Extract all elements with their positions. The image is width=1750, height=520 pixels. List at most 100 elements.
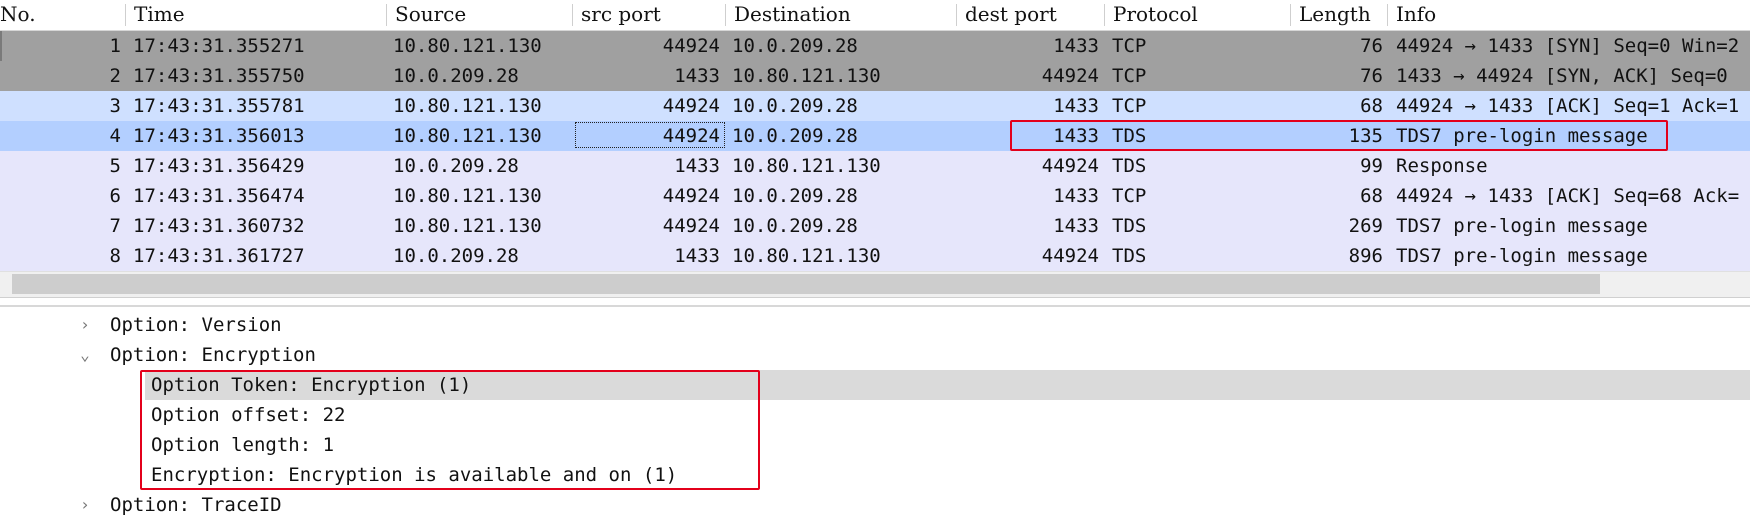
annotation-box-encryption (140, 370, 760, 490)
cell-time: 17:43:31.355271 (133, 35, 305, 57)
packet-row[interactable]: 5 17:43:31.356429 10.0.209.28 1433 10.80… (0, 151, 1750, 181)
cell-protocol: TCP (1112, 185, 1147, 207)
cell-dest-port: 1433 (1053, 95, 1099, 117)
col-header-destination[interactable]: Destination (726, 0, 956, 30)
cell-src-port: 44924 (662, 215, 720, 237)
cell-time: 17:43:31.356429 (133, 155, 305, 177)
packet-row[interactable]: 2 17:43:31.355750 10.0.209.28 1433 10.80… (0, 61, 1750, 91)
cell-length: 99 (1360, 155, 1383, 177)
cell-source: 10.0.209.28 (393, 245, 519, 267)
cell-source: 10.80.121.130 (393, 125, 542, 147)
packet-row[interactable]: 8 17:43:31.361727 10.0.209.28 1433 10.80… (0, 241, 1750, 271)
cell-src-port: 1433 (674, 245, 720, 267)
packet-row[interactable]: 3 17:43:31.355781 10.80.121.130 44924 10… (0, 91, 1750, 121)
cell-time: 17:43:31.355781 (133, 95, 305, 117)
cell-protocol: TCP (1112, 95, 1147, 117)
cell-time: 17:43:31.356013 (133, 125, 305, 147)
cell-src-port: 1433 (674, 65, 720, 87)
cell-info: TDS7 pre-login message (1396, 245, 1648, 267)
cell-dest-port: 1433 (1053, 215, 1099, 237)
cell-no: 5 (109, 155, 121, 177)
tree-item-label: Option: Version (110, 314, 282, 336)
col-header-source[interactable]: Source (387, 0, 572, 30)
cell-time: 17:43:31.361727 (133, 245, 305, 267)
cell-destination: 10.0.209.28 (732, 215, 858, 237)
cell-destination: 10.80.121.130 (732, 65, 881, 87)
packet-row[interactable]: 1 17:43:31.355271 10.80.121.130 44924 10… (0, 31, 1750, 61)
cell-time: 17:43:31.356474 (133, 185, 305, 207)
packet-row-selected[interactable]: 4 17:43:31.356013 10.80.121.130 44924 10… (0, 120, 1750, 151)
cell-time: 17:43:31.360732 (133, 215, 305, 237)
cell-source: 10.0.209.28 (393, 65, 519, 87)
chevron-right-icon[interactable]: › (78, 310, 92, 340)
cell-src-port: 1433 (674, 155, 720, 177)
cell-destination: 10.0.209.28 (732, 125, 858, 147)
cell-destination: 10.0.209.28 (732, 35, 858, 57)
cell-info: 44924 → 1433 [ACK] Seq=1 Ack=1 (1396, 95, 1740, 117)
col-header-src-port[interactable]: src port (573, 0, 725, 30)
col-header-dest-port[interactable]: dest port (957, 0, 1104, 30)
cell-no: 7 (109, 215, 121, 237)
col-header-info[interactable]: Info (1388, 0, 1750, 30)
cell-no: 8 (109, 245, 121, 267)
cell-src-port: 44924 (662, 95, 720, 117)
tree-item-option-version[interactable]: › Option: Version (0, 310, 1750, 340)
horizontal-scrollbar[interactable] (0, 271, 1750, 298)
cell-destination: 10.0.209.28 (732, 185, 858, 207)
cell-no: 4 (109, 125, 121, 147)
cell-dest-port: 44924 (1041, 155, 1099, 177)
chevron-down-icon[interactable]: ⌄ (78, 340, 92, 370)
cell-info: 44924 → 1433 [SYN] Seq=0 Win=2 (1396, 35, 1740, 57)
cell-dest-port: 44924 (1041, 65, 1099, 87)
packet-list-header: No. Time Source src port Destination des… (0, 0, 1750, 31)
cell-destination: 10.80.121.130 (732, 245, 881, 267)
pane-splitter[interactable] (0, 305, 1750, 307)
cell-no: 6 (109, 185, 121, 207)
cell-dest-port: 1433 (1053, 185, 1099, 207)
packet-details-tree: › Option: Version ⌄ Option: Encryption O… (0, 310, 1750, 516)
cell-destination: 10.0.209.28 (732, 95, 858, 117)
cell-length: 76 (1360, 65, 1383, 87)
cell-dest-port: 44924 (1041, 245, 1099, 267)
cell-src-port: 44924 (662, 35, 720, 57)
cell-length: 896 (1348, 245, 1383, 267)
cell-source: 10.0.209.28 (393, 155, 519, 177)
cell-length: 269 (1348, 215, 1383, 237)
cell-src-port: 44924 (662, 185, 720, 207)
chevron-right-icon[interactable]: › (78, 490, 92, 520)
tree-item-option-encryption[interactable]: ⌄ Option: Encryption (0, 340, 1750, 370)
cell-source: 10.80.121.130 (393, 35, 542, 57)
cell-protocol: TDS (1112, 155, 1147, 177)
cell-info: 44924 → 1433 [ACK] Seq=68 Ack= (1396, 185, 1740, 207)
cell-length: 76 (1360, 35, 1383, 57)
cell-protocol: TDS (1112, 215, 1147, 237)
col-header-length[interactable]: Length (1291, 0, 1387, 30)
cell-length: 68 (1360, 95, 1383, 117)
scrollbar-thumb[interactable] (12, 274, 1600, 294)
cell-no: 3 (109, 95, 121, 117)
cell-destination: 10.80.121.130 (732, 155, 881, 177)
packet-row[interactable]: 7 17:43:31.360732 10.80.121.130 44924 10… (0, 211, 1750, 241)
cell-no: 1 (109, 35, 121, 57)
col-header-no[interactable]: No. (0, 0, 118, 30)
tree-item-label: Option: TraceID (110, 494, 282, 516)
cell-source: 10.80.121.130 (393, 215, 542, 237)
cell-no: 2 (109, 65, 121, 87)
col-header-protocol[interactable]: Protocol (1105, 0, 1290, 30)
cell-info: Response (1396, 155, 1488, 177)
cell-src-port[interactable]: 44924 (573, 121, 720, 151)
cell-source: 10.80.121.130 (393, 185, 542, 207)
cell-protocol: TDS (1112, 245, 1147, 267)
cell-protocol: TCP (1112, 65, 1147, 87)
col-header-time[interactable]: Time (126, 0, 386, 30)
cell-length: 68 (1360, 185, 1383, 207)
packet-row[interactable]: 6 17:43:31.356474 10.80.121.130 44924 10… (0, 181, 1750, 211)
tree-item-label: Option: Encryption (110, 344, 316, 366)
cell-protocol: TCP (1112, 35, 1147, 57)
annotation-box-packet (1010, 120, 1668, 151)
cell-info: 1433 → 44924 [SYN, ACK] Seq=0 (1396, 65, 1728, 87)
tree-item-option-traceid[interactable]: › Option: TraceID (0, 490, 1750, 520)
cell-info: TDS7 pre-login message (1396, 215, 1648, 237)
cell-time: 17:43:31.355750 (133, 65, 305, 87)
cell-dest-port: 1433 (1053, 35, 1099, 57)
